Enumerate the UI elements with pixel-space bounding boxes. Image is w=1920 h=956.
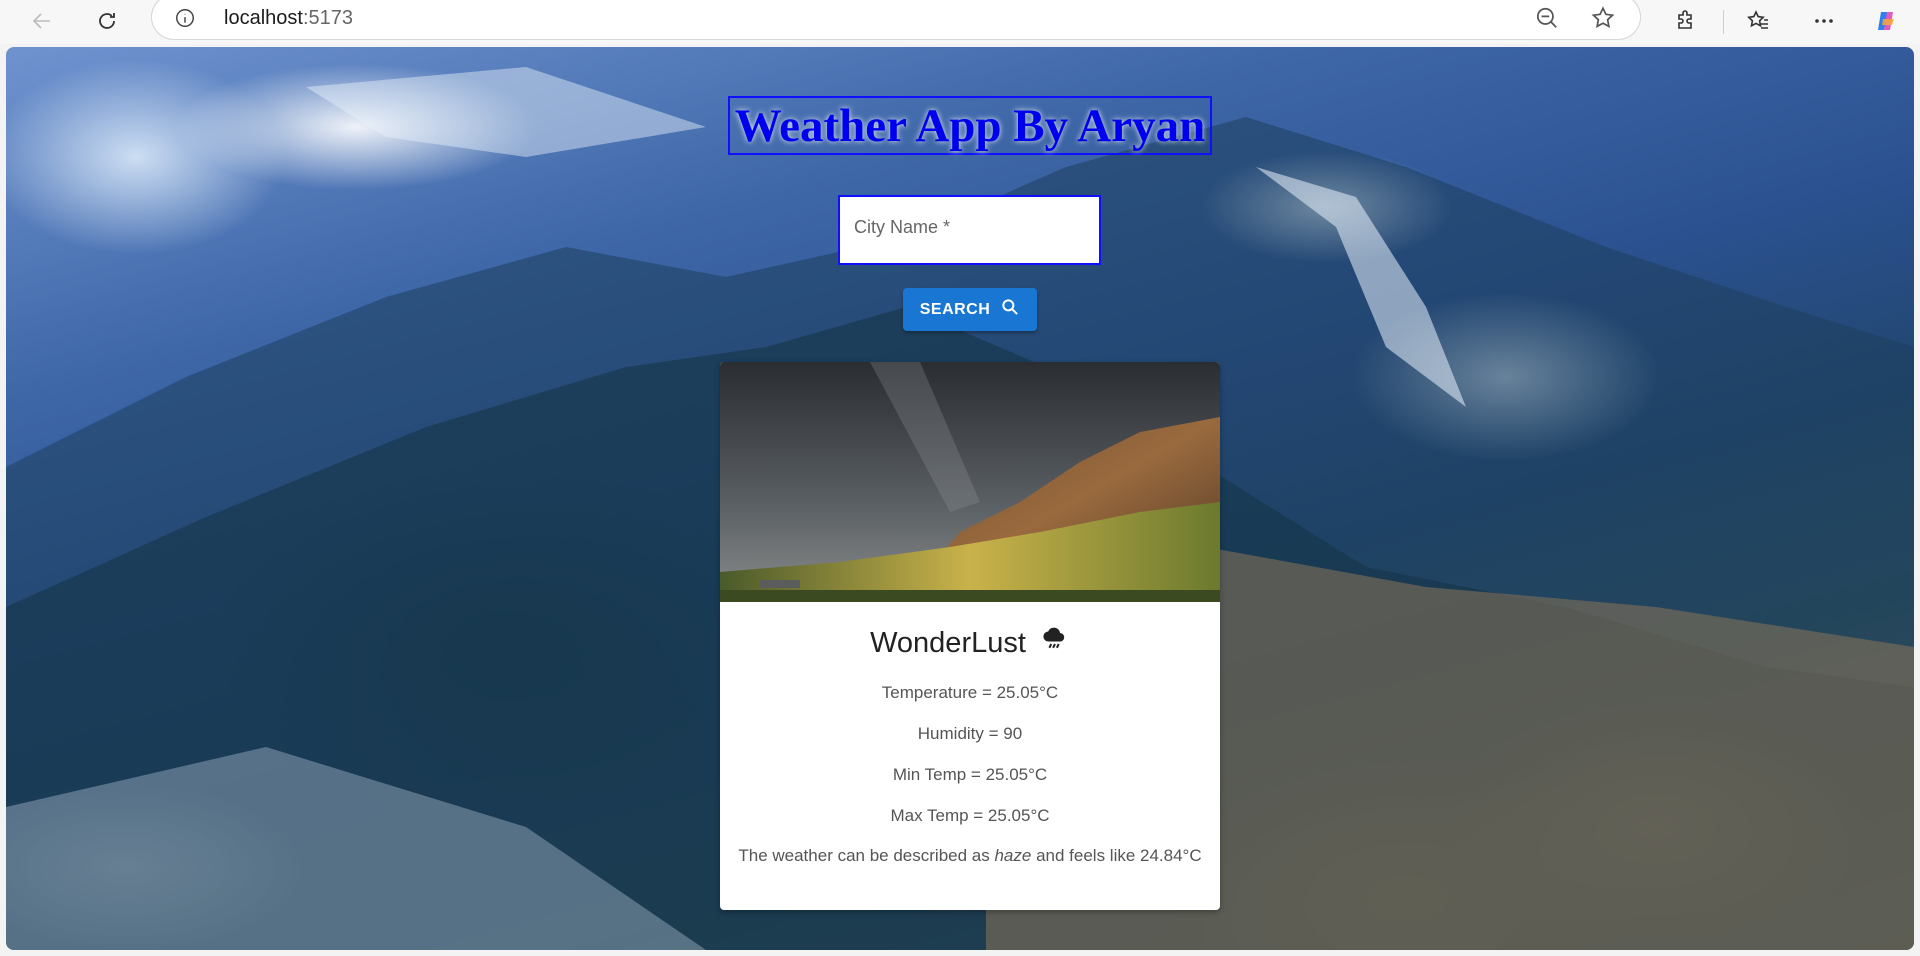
more-options-icon[interactable] [1806, 3, 1842, 39]
url-text[interactable]: localhost:5173 [224, 7, 353, 30]
weather-card-content: WonderLust Temperature = 25.05°C Humidit… [720, 602, 1220, 910]
copilot-icon[interactable] [1868, 3, 1904, 39]
url-host: localhost [224, 7, 303, 29]
description-prefix: The weather can be described as [738, 846, 995, 865]
favorite-star-icon[interactable] [1590, 5, 1616, 31]
city-heading: WonderLust [720, 624, 1220, 662]
rain-cloud-icon [1040, 624, 1070, 662]
browser-toolbar: localhost:5173 [0, 0, 1920, 44]
zoom-out-icon[interactable] [1534, 5, 1560, 31]
search-button-label: SEARCH [919, 300, 991, 318]
description-suffix: and feels like 24.84°C [1031, 846, 1202, 865]
extensions-icon[interactable] [1668, 3, 1704, 39]
site-info-icon[interactable] [174, 7, 196, 29]
favorites-icon[interactable] [1740, 3, 1776, 39]
address-bar[interactable]: localhost:5173 [151, 0, 1641, 40]
weather-description: The weather can be described as haze and… [720, 846, 1220, 866]
search-icon [1000, 297, 1020, 322]
temperature-text: Temperature = 25.05°C [881, 683, 1059, 702]
search-button[interactable]: SEARCH [903, 288, 1037, 331]
min-temp-text: Min Temp = 25.05°C [892, 765, 1048, 784]
weather-card: WonderLust Temperature = 25.05°C Humidit… [720, 362, 1220, 910]
reload-icon[interactable] [89, 3, 125, 39]
toolbar-divider [1723, 10, 1724, 34]
page-viewport: Weather App By Aryan City Name * SEARCH [6, 47, 1914, 950]
humidity-text: Humidity = 90 [917, 724, 1023, 743]
page-title: Weather App By Aryan [728, 96, 1212, 155]
description-value: haze [994, 846, 1032, 865]
url-port: :5173 [302, 7, 353, 29]
back-arrow-icon[interactable] [24, 3, 60, 39]
weather-card-image [720, 362, 1220, 602]
city-name: WonderLust [870, 626, 1026, 659]
city-name-placeholder: City Name * [854, 217, 951, 237]
max-temp-text: Max Temp = 25.05°C [890, 806, 1050, 825]
city-name-input[interactable]: City Name * [838, 195, 1101, 265]
